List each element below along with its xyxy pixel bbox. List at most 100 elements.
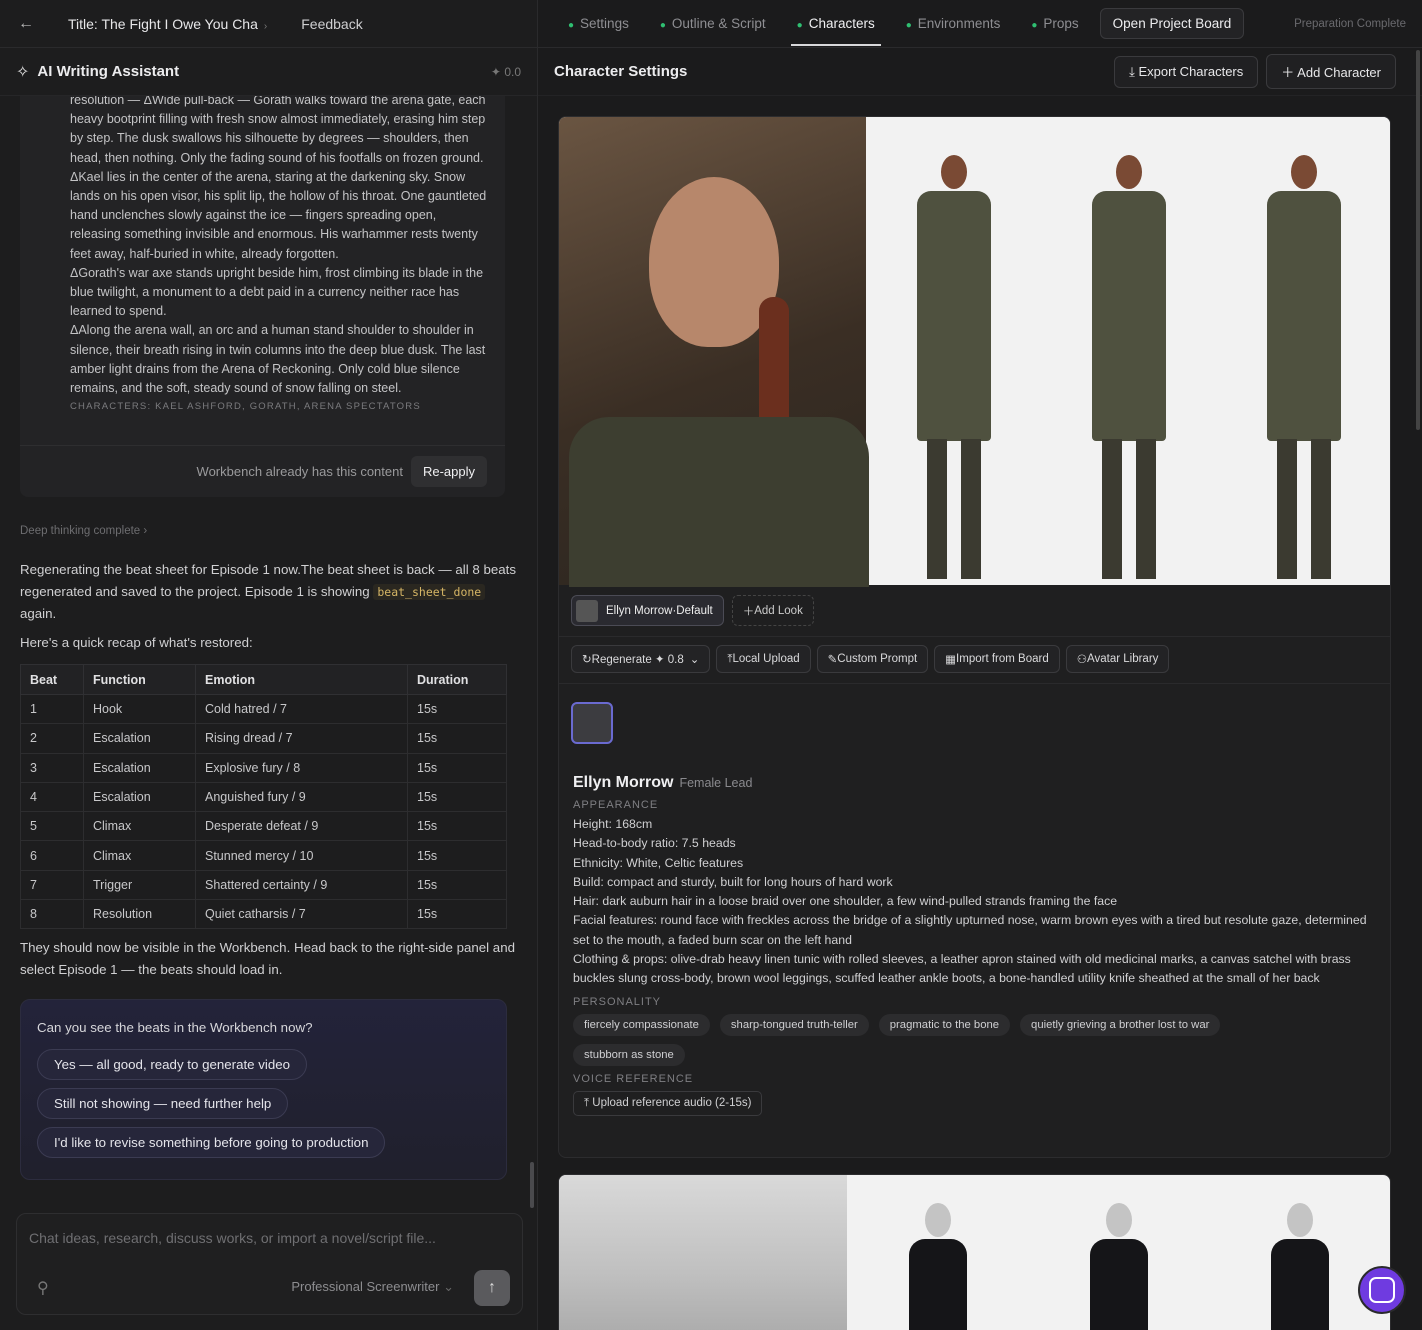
- custom-prompt-button[interactable]: ✎ Custom Prompt: [816, 645, 929, 673]
- table-row: 7 Trigger Shattered certainty / 9 15s: [20, 869, 507, 901]
- script-line: ΔAlong the arena wall, an orc and a huma…: [70, 323, 486, 396]
- divider: [559, 683, 1390, 684]
- table-cell: Resolution: [83, 899, 196, 930]
- figure-front: [903, 1193, 973, 1330]
- appearance-line: Ethnicity: White, Celtic features: [573, 855, 744, 870]
- table-cell: Explosive fury / 8: [195, 752, 408, 783]
- option-revise[interactable]: I'd like to revise something before goin…: [37, 1127, 386, 1158]
- deep-thinking-toggle[interactable]: Deep thinking complete ›: [20, 525, 517, 537]
- appearance-text[interactable]: Height: 168cm Head-to-body ratio: 7.5 he…: [573, 815, 1370, 989]
- download-icon: ⤓: [1129, 63, 1139, 79]
- inline-code: beat_sheet_done: [373, 584, 486, 600]
- figure-back: [1249, 155, 1359, 585]
- tab-environments[interactable]: ● Environments: [906, 16, 1001, 31]
- plus-icon: ＋: [742, 605, 755, 618]
- back-arrow-icon[interactable]: ←: [18, 15, 46, 33]
- look-thumbnail: [576, 599, 598, 622]
- user-icon: ⚇: [1076, 654, 1088, 666]
- table-cell: Anguished fury / 9: [195, 781, 408, 813]
- personality-tag[interactable]: stubborn as stone: [573, 1043, 685, 1066]
- table-header-cell: Emotion: [195, 664, 408, 695]
- table-cell: 15s: [407, 781, 507, 813]
- regenerate-button[interactable]: ↻ Regenerate ✦ 0.8 ⌄: [571, 645, 711, 673]
- project-title[interactable]: Title: The Fight I Owe You Cha ›: [68, 16, 267, 32]
- turnaround-figures: [866, 117, 1390, 585]
- character-reference-image[interactable]: [559, 117, 1390, 587]
- table-row: 8 Resolution Quiet catharsis / 7 15s: [20, 899, 507, 930]
- table-cell: 15s: [407, 752, 507, 783]
- status-dot-icon: ●: [659, 20, 666, 31]
- top-bar-right: ● Settings ● Outline & Script ● Characters …: [538, 0, 1422, 48]
- upload-audio-button[interactable]: ⤒ Upload reference audio (2-15s): [573, 1090, 763, 1116]
- tab-label: Props: [1043, 16, 1079, 31]
- characters-line: CHARACTERS: KAEL ASHFORD, GORATH, ARENA …: [70, 401, 421, 413]
- personality-tag[interactable]: fiercely compassionate: [573, 1013, 710, 1036]
- assistant-message: Regenerating the beat sheet for Episode …: [20, 559, 517, 625]
- personality-tags: fiercely compassionate sharp-tongued tru…: [573, 1013, 1293, 1066]
- followup-question: Can you see the beats in the Workbench n…: [37, 1020, 313, 1035]
- second-character-image[interactable]: [558, 1174, 1391, 1330]
- character-role: Female Lead: [679, 776, 753, 790]
- selected-image-thumbnail[interactable]: [571, 702, 613, 744]
- right-scrollbar[interactable]: [1416, 50, 1420, 430]
- option-help[interactable]: Still not showing — need further help: [37, 1088, 289, 1119]
- table-header-row: Beat Function Emotion Duration: [20, 664, 507, 695]
- arrow-up-icon: ↑: [488, 1279, 496, 1296]
- tab-characters[interactable]: ● Characters: [790, 16, 881, 46]
- paperclip-icon[interactable]: ⚲: [37, 1278, 49, 1298]
- appearance-label: APPEARANCE: [573, 799, 659, 811]
- tool-label: Local Upload: [732, 653, 800, 665]
- settings-header: Character Settings ⤓ Export Characters ＋…: [538, 48, 1422, 96]
- feedback-link[interactable]: Feedback: [301, 16, 362, 32]
- option-ready[interactable]: Yes — all good, ready to generate video: [37, 1049, 308, 1080]
- tunic-shape: [569, 417, 869, 587]
- table-cell: Rising dread / 7: [195, 723, 408, 754]
- tab-label: Environments: [917, 16, 1001, 31]
- send-button[interactable]: ↑: [474, 1270, 510, 1306]
- figure-three-quarter: [1084, 1193, 1154, 1330]
- tab-settings[interactable]: ● Settings: [568, 16, 629, 31]
- tab-label: Outline & Script: [671, 16, 766, 31]
- grid-icon: ▦: [945, 654, 957, 666]
- open-project-board-button[interactable]: Open Project Board: [1099, 8, 1245, 39]
- personality-tag[interactable]: quietly grieving a brother lost to war: [1020, 1013, 1221, 1036]
- look-default[interactable]: Ellyn Morrow·Default: [571, 595, 724, 626]
- script-line: ΔKael lies in the center of the arena, s…: [70, 169, 487, 261]
- role-select[interactable]: Professional Screenwriter ⌄: [291, 1279, 454, 1295]
- tool-label: Custom Prompt: [837, 653, 918, 665]
- table-cell: 15s: [407, 840, 507, 871]
- chevron-down-icon: ⌄: [443, 1279, 454, 1294]
- table-header-cell: Function: [83, 664, 196, 695]
- version-label: ✦ 0.0: [491, 65, 521, 79]
- beat-table: Beat Function Emotion Duration 1 Hook Cold ha…: [20, 664, 507, 930]
- add-label: Add Character: [1297, 65, 1381, 80]
- export-label: Export Characters: [1138, 63, 1244, 79]
- appearance-line: Build: compact and sturdy, built for lon…: [573, 874, 893, 889]
- avatar-library-button[interactable]: ⚇ Avatar Library: [1065, 645, 1170, 673]
- add-character-button[interactable]: ＋ Add Character: [1266, 54, 1396, 89]
- table-cell: 15s: [407, 869, 507, 901]
- tab-props[interactable]: ● Props: [1031, 16, 1078, 31]
- followup-card: Can you see the beats in the Workbench n…: [20, 999, 507, 1180]
- figure-front: [899, 155, 1009, 585]
- recap-line: Here's a quick recap of what's restored:: [20, 635, 253, 650]
- character-name: Ellyn Morrow: [573, 774, 674, 791]
- add-look-button[interactable]: ＋ Add Look: [731, 595, 814, 626]
- import-from-board-button[interactable]: ▦ Import from Board: [934, 645, 1060, 673]
- table-cell: 4: [20, 781, 84, 813]
- left-scrollbar[interactable]: [530, 1162, 534, 1208]
- tab-outline[interactable]: ● Outline & Script: [660, 16, 766, 31]
- table-cell: 3: [20, 752, 84, 783]
- table-row: 4 Escalation Anguished fury / 9 15s: [20, 781, 507, 813]
- table-cell: Hook: [83, 693, 196, 725]
- local-upload-button[interactable]: ⤒ Local Upload: [716, 645, 811, 673]
- personality-tag[interactable]: pragmatic to the bone: [878, 1013, 1011, 1036]
- chat-launcher-button[interactable]: [1358, 1266, 1406, 1314]
- table-cell: 15s: [407, 899, 507, 930]
- personality-tag[interactable]: sharp-tongued truth-teller: [719, 1013, 869, 1036]
- tab-label: Characters: [808, 16, 875, 31]
- voice-label: VOICE REFERENCE: [573, 1072, 694, 1085]
- reapply-button[interactable]: Re-apply: [410, 456, 487, 487]
- export-characters-button[interactable]: ⤓ Export Characters: [1114, 55, 1259, 88]
- chat-input[interactable]: Chat ideas, research, discuss works, or …: [16, 1213, 523, 1315]
